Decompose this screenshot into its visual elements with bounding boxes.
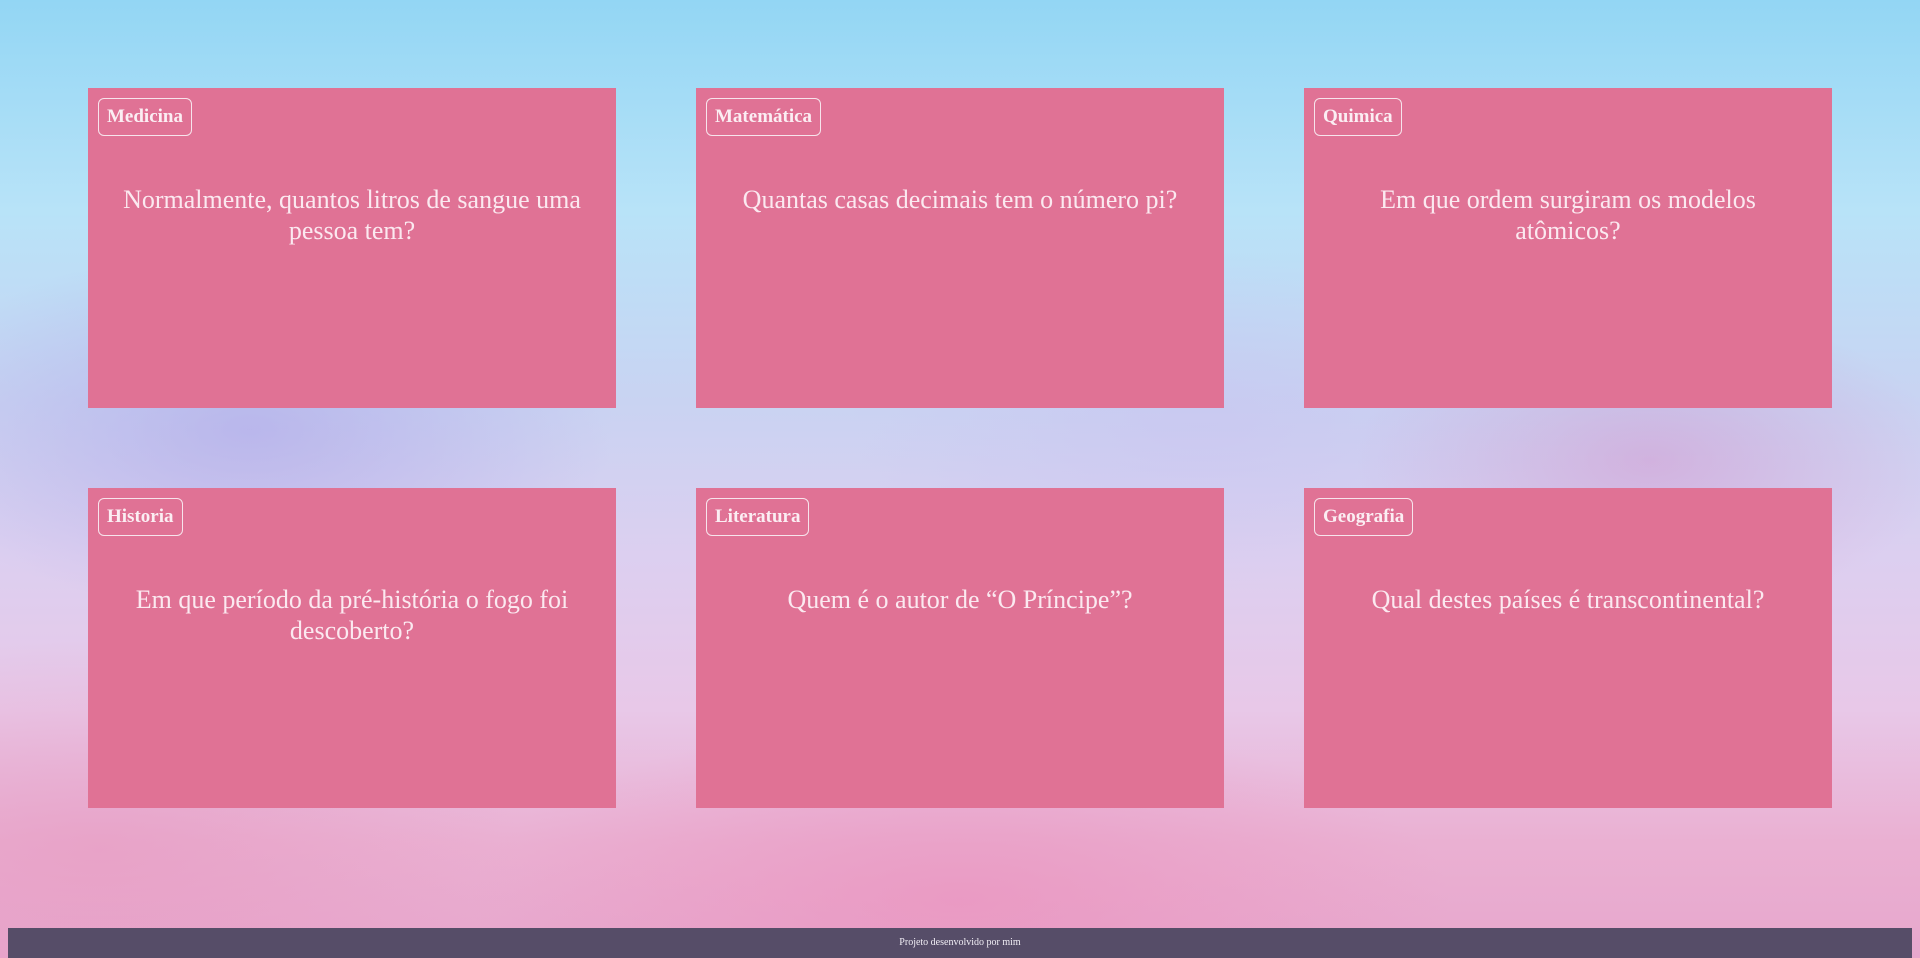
- footer: Projeto desenvolvido por mim: [8, 928, 1912, 958]
- question-text: Em que ordem surgiram os modelos atômico…: [1380, 185, 1756, 245]
- question-text: Normalmente, quantos litros de sangue um…: [123, 185, 581, 245]
- category-tag[interactable]: Historia: [98, 498, 183, 536]
- card-medicina[interactable]: Medicina Normalmente, quantos litros de …: [88, 88, 616, 408]
- card-quimica[interactable]: Quimica Em que ordem surgiram os modelos…: [1304, 88, 1832, 408]
- card-historia[interactable]: Historia Em que período da pré-história …: [88, 488, 616, 808]
- card-grid: Medicina Normalmente, quantos litros de …: [88, 88, 1832, 808]
- category-tag[interactable]: Literatura: [706, 498, 810, 536]
- footer-text: Projeto desenvolvido por mim: [899, 937, 1021, 948]
- question-text: Qual destes países é transcontinental?: [1371, 585, 1765, 614]
- category-tag[interactable]: Matemática: [706, 98, 822, 136]
- card-geografia[interactable]: Geografia Qual destes países é transcont…: [1304, 488, 1832, 808]
- category-tag[interactable]: Geografia: [1314, 498, 1414, 536]
- question-text: Em que período da pré-história o fogo fo…: [135, 585, 569, 645]
- category-tag[interactable]: Medicina: [98, 98, 192, 136]
- card-matematica[interactable]: Matemática Quantas casas decimais tem o …: [696, 88, 1224, 408]
- question-text: Quem é o autor de “O Príncipe”?: [787, 585, 1133, 614]
- question-text: Quantas casas decimais tem o número pi?: [742, 185, 1178, 214]
- category-tag[interactable]: Quimica: [1314, 98, 1402, 136]
- card-literatura[interactable]: Literatura Quem é o autor de “O Príncipe…: [696, 488, 1224, 808]
